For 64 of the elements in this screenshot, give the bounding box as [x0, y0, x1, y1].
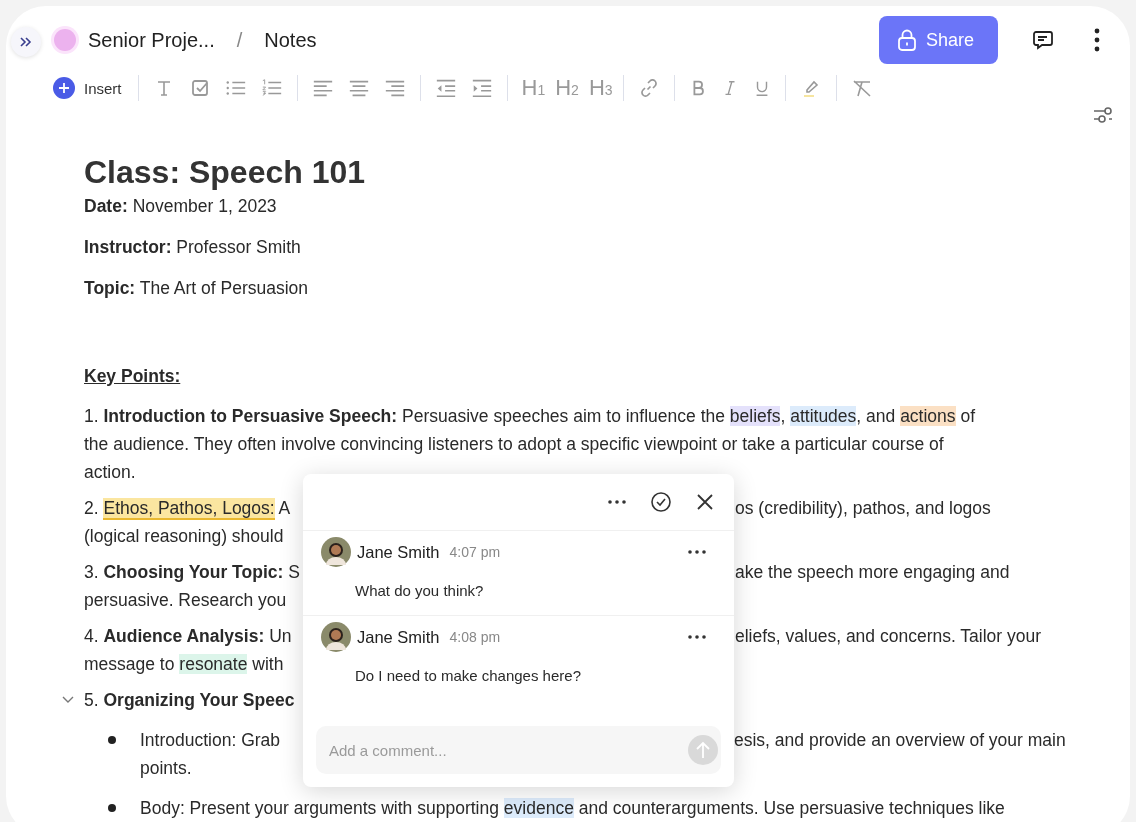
plus-icon — [53, 77, 75, 99]
align-center-icon[interactable] — [347, 78, 370, 98]
comment-author: Jane Smith — [357, 627, 440, 647]
more-icon[interactable] — [608, 500, 626, 504]
paragraph-line: points. — [140, 758, 192, 778]
numbered-list-icon[interactable] — [260, 78, 283, 98]
highlighted-text[interactable]: actions — [900, 406, 956, 426]
project-breadcrumb[interactable]: Senior Proje... — [88, 28, 215, 52]
bullet-icon — [108, 804, 116, 812]
paragraph-line: 3. Choosing Your Topic: S — [84, 561, 300, 584]
paragraph-line: os (credibility), pathos, and logos — [735, 497, 991, 520]
chevrons-right-icon — [20, 37, 32, 47]
comment-time: 4:08 pm — [449, 629, 501, 645]
resolve-check-icon[interactable] — [650, 491, 672, 513]
comment-author: Jane Smith — [357, 542, 440, 562]
paragraph-line: 5. Organizing Your Speec — [84, 690, 295, 710]
paragraph-line: esis, and provide an overview of your main — [734, 729, 1066, 752]
paragraph-line: ake the speech more engaging and — [735, 561, 1010, 584]
meta-line: Instructor: Professor Smith — [84, 236, 302, 259]
comment-text: What do you think? — [355, 581, 485, 601]
paragraph-line: 2. Ethos, Pathos, Logos: A — [84, 497, 291, 522]
paragraph-line: persuasive. Research you — [84, 590, 287, 610]
align-left-icon[interactable] — [311, 78, 334, 98]
paragraph-line: 4. Audience Analysis: Un — [84, 625, 292, 648]
insert-button[interactable]: Insert — [53, 77, 122, 99]
section-heading: Key Points: — [84, 365, 181, 388]
sliders-icon[interactable] — [1092, 106, 1114, 124]
page-breadcrumb[interactable]: Notes — [264, 28, 317, 52]
comment-text: Do I need to make changes here? — [355, 666, 582, 686]
paragraph-line: 1. Introduction to Persuasive Speech: Persuasive speeches aim to influence the beliefs, attitudes, and actions of — [84, 406, 976, 426]
align-right-icon[interactable] — [383, 78, 406, 98]
highlighted-text[interactable]: evidence — [503, 798, 574, 818]
highlighted-text[interactable]: beliefs — [729, 406, 781, 426]
paragraph-line: the audience. They often involve convincing listeners to adopt a specific viewpoint or take a particular course of — [84, 434, 944, 454]
document-title: Class: Speech 101 — [84, 153, 367, 192]
meta-line: Date: November 1, 2023 — [84, 195, 278, 218]
bullet-icon — [108, 736, 116, 744]
bullet-list-icon[interactable] — [224, 78, 247, 98]
paragraph-line: action. — [84, 462, 136, 482]
meta-line: Topic: The Art of Persuasion — [84, 277, 310, 300]
comment-icon[interactable] — [1032, 29, 1054, 51]
paragraph-line: message to resonate with — [84, 654, 284, 674]
highlighted-text[interactable]: attitudes — [790, 406, 857, 426]
more-vertical-icon[interactable] — [1094, 28, 1100, 52]
more-icon[interactable] — [688, 635, 706, 639]
highlighted-text[interactable]: Ethos, Pathos, Logos: — [103, 498, 275, 520]
indent-icon[interactable] — [470, 78, 493, 98]
breadcrumb-separator: / — [236, 28, 243, 52]
lock-icon — [896, 29, 917, 51]
more-icon[interactable] — [688, 550, 706, 554]
comment-input[interactable]: Add a comment... — [316, 726, 721, 774]
share-button[interactable]: Share — [878, 16, 998, 64]
paragraph-line: Introduction: Grab — [140, 729, 281, 752]
avatar — [321, 537, 351, 567]
comment-time: 4:07 pm — [449, 544, 501, 560]
avatar — [321, 622, 351, 652]
paragraph-line: Body: Present your arguments with supporting evidence and counterarguments. Use persuasive techniques like — [140, 798, 1005, 818]
outdent-icon[interactable] — [434, 78, 457, 98]
close-icon[interactable] — [696, 493, 714, 511]
paragraph-line: (logical reasoning) should — [84, 526, 284, 546]
highlighted-text[interactable]: resonate — [179, 654, 248, 674]
expand-sidebar-button[interactable] — [11, 27, 41, 57]
paragraph-line: eliefs, values, and concerns. Tailor your — [735, 625, 1042, 648]
chevron-down-icon[interactable] — [62, 696, 74, 704]
